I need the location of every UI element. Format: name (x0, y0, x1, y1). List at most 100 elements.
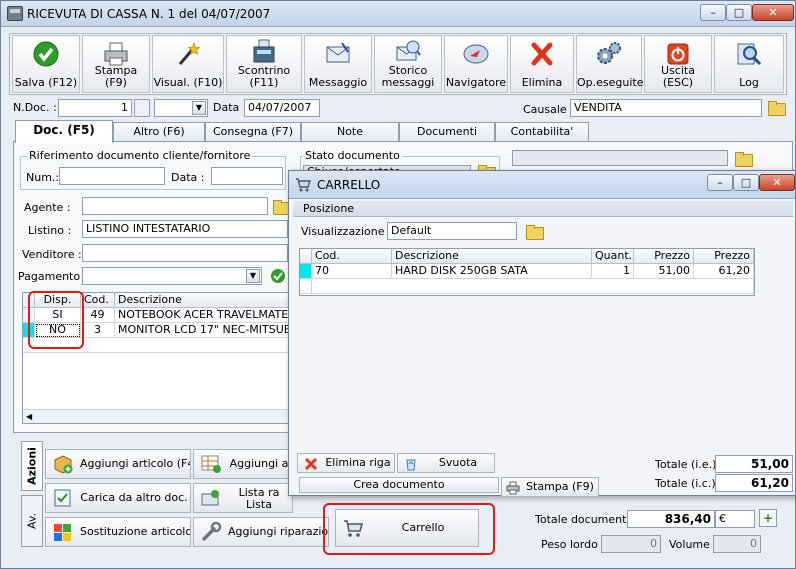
causale-label: Causale : (523, 103, 574, 116)
chevron-down-icon[interactable]: ▼ (192, 101, 206, 115)
cart-header-prezzo-ie[interactable]: Prezzo (634, 249, 694, 264)
message-history-icon (396, 40, 421, 61)
main-titlebar[interactable]: RICEVUTA DI CASSA N. 1 del 04/07/2007 – … (1, 1, 795, 27)
cart-header-prezzo-ic[interactable]: Prezzo (694, 249, 754, 264)
confirm-check-icon[interactable] (270, 268, 286, 284)
items-hscrollbar[interactable]: ◀ (23, 409, 289, 423)
cart-header-quant[interactable]: Quant. (592, 249, 634, 264)
causale-folder-icon[interactable] (767, 99, 786, 116)
lista-rapida-button[interactable]: Lista ra Lista rapida (193, 483, 293, 513)
posizione-header: Posizione (293, 201, 793, 217)
tab-documenti[interactable]: Documenti (399, 122, 495, 141)
tab-note[interactable]: Note (301, 122, 399, 141)
elimina-button[interactable]: Elimina (510, 35, 574, 93)
totale-documento-label: Totale documento : (535, 513, 641, 526)
ndoc-series-select[interactable]: ▼ (154, 99, 208, 117)
venditore-select[interactable] (82, 244, 288, 262)
row2-descrizione[interactable]: MONITOR LCD 17" NEC-MITSUBIS (115, 323, 291, 338)
uscita-label: Uscita (ESC) (661, 64, 695, 89)
op-eseguite-button[interactable]: Op.eseguite (576, 35, 644, 93)
listino-select[interactable]: LISTINO INTESTATARIO (82, 220, 288, 238)
visualizzazione-folder-icon[interactable] (525, 223, 544, 240)
status-extra-folder-icon[interactable] (734, 150, 753, 167)
minimize-button[interactable]: – (700, 4, 726, 21)
data-input[interactable]: 04/07/2007 (244, 99, 320, 117)
cart-titlebar[interactable]: CARRELLO – □ ✕ (289, 171, 795, 199)
navigatore-label: Navigatore (445, 76, 507, 89)
uscita-button[interactable]: Uscita (ESC) (644, 35, 712, 93)
stato-documento-title: Stato documento (303, 149, 402, 162)
cart-close-button[interactable]: ✕ (759, 174, 795, 191)
cart-row1-cod[interactable]: 70 (312, 264, 392, 279)
cart-row1-quant[interactable]: 1 (592, 264, 634, 279)
stampa-button[interactable]: Stampa (F9) (82, 35, 150, 93)
load-doc-icon (54, 489, 71, 507)
tab-contabilita[interactable]: Contabilita' (495, 122, 589, 141)
carica-altro-doc-button[interactable]: Carica da altro doc. (45, 483, 191, 513)
tab-consegna[interactable]: Consegna (F7) (205, 122, 301, 141)
tab-doc[interactable]: Doc. (F5) (15, 120, 113, 143)
cart-row1-prezzo-ic[interactable]: 61,20 (694, 264, 754, 279)
agente-input[interactable] (82, 197, 268, 215)
row2-cod[interactable]: 3 (81, 323, 115, 338)
status-extra-field (512, 150, 728, 166)
svuota-button[interactable]: Svuota (397, 453, 495, 473)
cart-grid[interactable]: Cod. Descrizione Quant. Prezzo Prezzo 70… (299, 248, 755, 296)
cart-header-cod[interactable]: Cod. (312, 249, 392, 264)
messaggio-button[interactable]: Messaggio (304, 35, 372, 93)
close-button[interactable]: ✕ (752, 4, 794, 21)
maximize-button[interactable]: □ (726, 4, 752, 21)
causale-input[interactable]: VENDITA (570, 99, 762, 117)
cart-maximize-button[interactable]: □ (733, 174, 759, 191)
rif-documento-group: Riferimento documento cliente/fornitore … (20, 149, 286, 190)
recycle-bin-icon (406, 459, 416, 471)
cart-row1-prezzo-ie[interactable]: 51,00 (634, 264, 694, 279)
aggiungi-a-button[interactable]: Aggiungi a (193, 449, 293, 479)
compass-icon (463, 44, 489, 64)
tab-altro[interactable]: Altro (F6) (113, 122, 205, 141)
sostituzione-articolo-label: Sostituzione articolo (80, 525, 191, 538)
visualizzazione-label: Visualizzazione : (301, 225, 392, 238)
visualizzazione-select[interactable]: Default (387, 222, 517, 240)
side-tab-azioni[interactable]: Azioni (21, 441, 43, 491)
zoom-in-icon[interactable]: + (759, 509, 777, 527)
cart-row1-descrizione[interactable]: HARD DISK 250GB SATA (392, 264, 592, 279)
log-button[interactable]: Log (714, 35, 784, 93)
side-tab-av[interactable]: Av. (21, 495, 43, 547)
sostituzione-articolo-button[interactable]: Sostituzione articolo (45, 517, 191, 547)
replace-article-icon (54, 524, 71, 541)
storico-messaggi-button[interactable]: Storico messaggi (374, 35, 442, 93)
ndoc-input[interactable]: 1 (58, 99, 132, 117)
crea-documento-button[interactable]: Crea documento (299, 477, 499, 493)
header-cod[interactable]: Cod. (81, 293, 115, 308)
pagamento-select[interactable]: ▼ (82, 267, 262, 285)
elimina-label: Elimina (521, 76, 563, 89)
row1-cod[interactable]: 49 (81, 308, 115, 323)
cart-row-selected-indicator (300, 264, 312, 279)
visual-button[interactable]: Visual. (F10) (152, 35, 224, 93)
check-icon (33, 41, 59, 67)
agente-label: Agente : (24, 201, 71, 214)
posizione-label: Posizione (303, 202, 355, 215)
aggiungi-articolo-button[interactable]: Aggiungi articolo (F4) (45, 449, 191, 479)
salva-button[interactable]: Salva (F12) (12, 35, 80, 93)
messaggio-label: Messaggio (308, 76, 368, 89)
totale-ic-label: Totale (i.c.) : (655, 477, 723, 490)
header-descrizione[interactable]: Descrizione (115, 293, 291, 308)
navigatore-button[interactable]: Navigatore (444, 35, 508, 93)
cart-stampa-button[interactable]: Stampa (F9) (501, 477, 599, 497)
svuota-label: Svuota (438, 456, 478, 469)
cart-header-descrizione[interactable]: Descrizione (392, 249, 592, 264)
rif-data-input[interactable] (211, 167, 283, 185)
rif-num-input[interactable] (59, 167, 165, 185)
aggiungi-riparazione-button[interactable]: Aggiungi riparazione (193, 517, 329, 547)
chevron-down-icon[interactable]: ▼ (246, 269, 260, 283)
row1-descrizione[interactable]: NOTEBOOK ACER TRAVELMATE (115, 308, 291, 323)
elimina-riga-button[interactable]: Elimina riga (297, 453, 395, 473)
scontrino-button[interactable]: Scontrino (F11) (226, 35, 302, 93)
ndoc-spin-button[interactable] (134, 99, 150, 117)
totals-panel: Totale documento : 836,40 € + Peso lordo… (529, 503, 787, 565)
volume-label: Volume : (669, 538, 718, 551)
cart-minimize-button[interactable]: – (707, 174, 733, 191)
quick-list-icon (201, 490, 219, 506)
